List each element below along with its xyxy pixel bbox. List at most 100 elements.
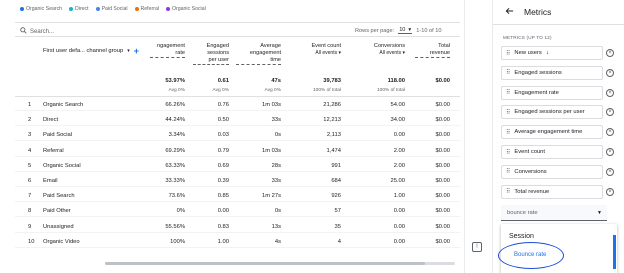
table-row[interactable]: 4 Referral 69.29% 0.79 1m 03s 1,474 2.00 $0.00 xyxy=(15,145,460,157)
col-event-count[interactable]: Event count All events ▾ xyxy=(296,43,341,57)
legend-item[interactable]: Organic Search xyxy=(20,6,62,12)
table-row[interactable]: 9 Unassigned 55.56% 0.83 13s 35 0.00 $0.00 xyxy=(15,221,460,233)
add-metric-input[interactable]: bounce rate xyxy=(507,210,538,216)
cell-channel: Paid Other xyxy=(43,208,71,215)
cell-cv: 0.00 xyxy=(393,238,405,245)
metric-chip[interactable]: ⠿ Engagement rate xyxy=(501,85,603,100)
legend-item[interactable]: Organic Social xyxy=(166,6,206,12)
table-row[interactable]: 5 Organic Social 63.33% 0.69 28s 991 2.00 $0.00 xyxy=(15,160,460,172)
table-row[interactable]: 1 Organic Search 66.26% 0.76 1m 03s 21,286 54.… xyxy=(15,99,460,111)
cell-aet: 1m 03s xyxy=(261,102,281,108)
rows-per-page-select[interactable]: 10 ▾ xyxy=(398,27,413,34)
back-arrow-icon[interactable] xyxy=(505,7,514,17)
remove-metric-icon[interactable]: × xyxy=(606,187,614,196)
remove-metric-icon[interactable]: × xyxy=(606,49,614,57)
search-input[interactable]: Search... xyxy=(30,29,54,35)
metric-chip[interactable]: ⠿ Conversions xyxy=(501,164,603,179)
drag-handle-icon[interactable]: ⠿ xyxy=(506,149,510,156)
highlight-annotation xyxy=(498,242,564,269)
event-count-filter[interactable]: All events ▾ xyxy=(296,50,341,57)
remove-metric-icon[interactable]: × xyxy=(606,108,614,117)
divider xyxy=(15,22,460,23)
remove-metric-icon[interactable]: × xyxy=(606,68,614,77)
cell-channel: Organic Search xyxy=(43,102,84,108)
legend-item[interactable]: Referral xyxy=(134,6,159,12)
table-row[interactable]: 10 Organic Video 100% 1.00 4s 4 0.00 $0.00 xyxy=(15,236,460,248)
cell-n: 2 xyxy=(28,117,32,124)
col-avg-engagement-time[interactable]: Average engagement time xyxy=(236,43,281,65)
column-header-line: Engaged xyxy=(206,43,229,49)
legend-item[interactable]: Paid Social xyxy=(95,6,128,12)
cell-cv: 1.00 xyxy=(393,193,405,200)
col-engaged-sessions[interactable]: Engaged sessions per user xyxy=(193,43,229,65)
drag-handle-icon[interactable]: ⠿ xyxy=(506,89,510,96)
panel-title: Metrics xyxy=(524,7,552,17)
remove-metric-icon[interactable]: × xyxy=(606,148,614,156)
drag-handle-icon[interactable]: ⠿ xyxy=(506,188,510,195)
cell-rev: $0.00 xyxy=(435,238,450,245)
drag-handle-icon[interactable]: ⠿ xyxy=(506,69,510,76)
search-icon xyxy=(20,27,27,36)
metric-chip[interactable]: ⠿ New users ↓ xyxy=(501,46,603,60)
remove-metric-icon[interactable]: × xyxy=(606,128,614,137)
cell-rev: $0.00 xyxy=(435,147,450,154)
metric-label: Average engagement time xyxy=(514,129,583,136)
table-row[interactable]: 2 Direct 44.24% 0.50 33s 12,213 34.00 $0.00 xyxy=(15,114,460,127)
cell-channel: Email xyxy=(43,178,58,184)
cell-es: 0.83 xyxy=(217,223,229,230)
cell-es: 0.76 xyxy=(217,102,229,108)
drag-handle-icon[interactable]: ⠿ xyxy=(506,168,510,175)
panel-scrollbar[interactable] xyxy=(613,235,616,269)
search-box[interactable]: Search... xyxy=(20,27,54,36)
cell-aet: 4s xyxy=(274,238,281,245)
cell-rev: $0.00 xyxy=(435,117,450,124)
cell-rev: $0.00 xyxy=(435,162,450,169)
table-row[interactable]: 7 Paid Search 73.6% 0.85 1m 27s 926 1.00 $0.00 xyxy=(15,190,460,203)
cell-rev: $0.00 xyxy=(435,223,450,230)
cell-aet: 28s xyxy=(271,162,281,169)
cell-ec: 4 xyxy=(337,238,341,245)
column-header-line: time xyxy=(236,57,281,65)
feedback-icon[interactable]: ! xyxy=(472,242,482,252)
metric-label: Engagement rate xyxy=(514,89,559,96)
col-conversions[interactable]: Conversions All events ▾ xyxy=(360,43,405,57)
legend-item[interactable]: Direct xyxy=(69,6,89,12)
horizontal-scrollbar[interactable] xyxy=(105,262,455,265)
drag-handle-icon[interactable]: ⠿ xyxy=(506,109,510,116)
col-engagement-rate[interactable]: ngagement rate xyxy=(150,43,185,58)
scrollbar-thumb[interactable] xyxy=(105,262,425,265)
add-dimension-icon[interactable]: + xyxy=(134,46,139,56)
panel-header: Metrics xyxy=(493,0,624,24)
add-metric-dropdown[interactable]: bounce rate ▼ xyxy=(501,205,607,221)
remove-metric-icon[interactable]: × xyxy=(606,88,614,97)
caret-down-icon[interactable]: ▼ xyxy=(597,210,602,216)
cell-cv: 54.00 xyxy=(390,102,405,108)
chevron-down-icon[interactable]: ▾ xyxy=(127,48,130,54)
table-row[interactable]: 8 Paid Other 0% 0.00 0s 57 0.00 $0.00 xyxy=(15,205,460,218)
metric-label: Event count xyxy=(514,149,546,155)
column-header-line: Average xyxy=(260,43,281,49)
dimension-header-label: First user defa... channel group xyxy=(43,48,124,54)
sort-arrow-icon[interactable]: ↓ xyxy=(546,50,549,56)
table-row[interactable]: 6 Email 33.33% 0.39 33s 684 25.00 $0.00 xyxy=(15,175,460,187)
cell-channel: Paid Social xyxy=(43,132,73,139)
legend-label: Paid Social xyxy=(101,6,128,12)
col-total-revenue[interactable]: Total revenue xyxy=(415,43,450,58)
metric-chip[interactable]: ⠿ Engaged sessions xyxy=(501,65,603,80)
conversions-filter[interactable]: All events ▾ xyxy=(360,50,405,57)
table-row[interactable]: 3 Paid Social 3.34% 0.03 0s 2,113 0.00 $0.00 xyxy=(15,129,460,142)
chevron-down-icon: ▾ xyxy=(408,27,412,33)
cell-er: 69.29% xyxy=(165,147,185,154)
remove-metric-icon[interactable]: × xyxy=(606,167,614,176)
col-event-count-label: Event count xyxy=(311,43,341,49)
divider xyxy=(493,24,624,25)
metric-chip[interactable]: ⠿ Average engagement time xyxy=(501,125,603,140)
drag-handle-icon[interactable]: ⠿ xyxy=(506,129,510,136)
drag-handle-icon[interactable]: ⠿ xyxy=(506,50,510,57)
legend-dot-icon xyxy=(95,7,100,11)
metric-chip[interactable]: ⠿ Event count xyxy=(501,145,603,159)
dimension-header[interactable]: First user defa... channel group ▾ + xyxy=(43,46,139,56)
metric-label: New users xyxy=(514,50,542,56)
metric-chip[interactable]: ⠿ Engaged sessions per user xyxy=(501,105,603,120)
metric-chip[interactable]: ⠿ Total revenue xyxy=(501,184,603,199)
